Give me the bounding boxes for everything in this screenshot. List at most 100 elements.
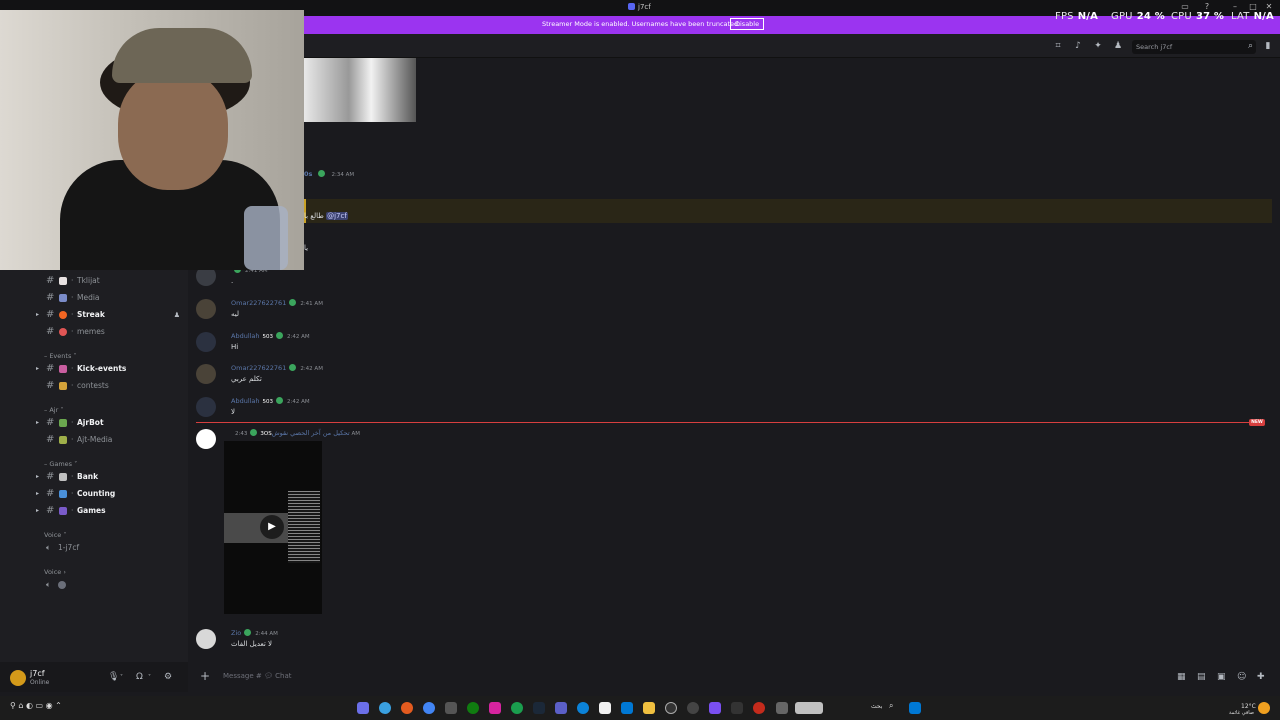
- recording-icon[interactable]: [753, 702, 765, 714]
- category-games[interactable]: – Games ˅: [44, 460, 77, 468]
- clan-badge: 503: [262, 399, 274, 405]
- search-input[interactable]: Search j7cf ⌕: [1132, 40, 1256, 54]
- channel-kick-events[interactable]: ▸ # · Kick-events: [36, 362, 184, 376]
- folder-icon[interactable]: [643, 702, 655, 714]
- media-icon: [59, 294, 67, 302]
- firefox-icon[interactable]: [401, 702, 413, 714]
- message-row: طالع با @j7cf: [304, 212, 348, 220]
- image-attachment[interactable]: [304, 58, 416, 122]
- speaker-icon: 🔈︎: [46, 543, 51, 552]
- message-username[interactable]: Omar227622761: [231, 364, 286, 372]
- avatar[interactable]: [10, 670, 26, 686]
- clan-badge: 503: [262, 334, 274, 340]
- members-icon[interactable]: ♟: [1113, 41, 1123, 51]
- message-username[interactable]: Zio: [231, 629, 241, 637]
- play-icon[interactable]: ▶: [260, 515, 284, 539]
- taskbar: [0, 696, 1280, 720]
- channel-counting[interactable]: ▸ # · Counting: [36, 487, 184, 501]
- start-icon[interactable]: [909, 702, 921, 714]
- weather-icon[interactable]: [1258, 702, 1270, 714]
- headphones-icon[interactable]: Ω: [136, 672, 143, 682]
- chrome-icon[interactable]: [423, 702, 435, 714]
- channel-ajrbot[interactable]: ▸ # · AjrBot: [36, 416, 184, 430]
- voice-channel-2[interactable]: 🔈︎: [38, 578, 184, 592]
- sticker-icon[interactable]: ▣: [1217, 672, 1226, 682]
- channel-media[interactable]: # · Media: [38, 291, 184, 305]
- gift-icon[interactable]: ▦: [1177, 672, 1186, 682]
- teams-icon[interactable]: [555, 702, 567, 714]
- fps-readout: FPS N/A: [1055, 11, 1099, 22]
- video-attachment[interactable]: ▶: [224, 441, 322, 614]
- disable-streamer-mode-button[interactable]: Disable: [730, 18, 765, 30]
- category-voice-1[interactable]: Voice ˅: [44, 531, 67, 539]
- message-username[interactable]: Abdullah: [231, 397, 260, 405]
- tray-icons[interactable]: ⚲ ⌂ ◐ ▭ ◉ ⌃: [10, 701, 62, 710]
- discord-taskbar-icon[interactable]: [357, 702, 369, 714]
- page-icon: [59, 277, 67, 285]
- avatar[interactable]: [196, 397, 216, 417]
- message-username[interactable]: Omar227622761: [231, 299, 286, 307]
- username: j7cf: [30, 669, 45, 678]
- copilot-icon[interactable]: [709, 702, 721, 714]
- add-member-icon[interactable]: ♟: [174, 308, 180, 322]
- add-attachment-icon[interactable]: +: [200, 669, 210, 683]
- verified-icon: [289, 364, 297, 371]
- message-row: 0s 2:34 AM: [304, 169, 1280, 178]
- instagram-icon[interactable]: [489, 702, 501, 714]
- channel-memes[interactable]: # · memes: [38, 325, 184, 339]
- app-icon[interactable]: [445, 702, 457, 714]
- clock-icon[interactable]: [665, 702, 677, 714]
- channel-contests[interactable]: # · contests: [38, 379, 184, 393]
- weather-temp[interactable]: 12°C: [1241, 703, 1256, 710]
- message-row: يا: [304, 244, 309, 252]
- channel-tklijat[interactable]: # · Tklijat: [38, 274, 184, 288]
- channel-ajt-media[interactable]: # · Ajt-Media: [38, 433, 184, 447]
- task-view-icon[interactable]: [776, 702, 788, 714]
- store-icon[interactable]: [599, 702, 611, 714]
- edge-browser-icon[interactable]: [577, 702, 589, 714]
- trophy-icon: [59, 436, 67, 444]
- avatar[interactable]: [196, 629, 216, 649]
- threads-icon[interactable]: ⌗: [1053, 41, 1063, 51]
- microphone-icon[interactable]: 🎙︎: [108, 672, 119, 682]
- verified-icon: [289, 299, 297, 306]
- xbox-app-icon[interactable]: [511, 702, 523, 714]
- edge-icon[interactable]: [379, 702, 391, 714]
- avatar[interactable]: [196, 299, 216, 319]
- message-username[interactable]: تحكيل من آخر الحصي نقوش: [272, 429, 350, 437]
- channel-games[interactable]: ▸ # · Games: [36, 504, 184, 518]
- category-ajr[interactable]: – Ajr ˅: [44, 406, 64, 414]
- chevron-down-icon[interactable]: ˅: [120, 674, 123, 681]
- gif-icon[interactable]: ▤: [1197, 672, 1206, 682]
- mail-icon[interactable]: [621, 702, 633, 714]
- inbox-bookmark-icon[interactable]: ▮: [1263, 41, 1273, 51]
- apps-icon[interactable]: ✚: [1257, 672, 1265, 682]
- avatar[interactable]: [196, 364, 216, 384]
- gear-icon[interactable]: ⚙: [164, 672, 172, 682]
- weather-condition: صافي غائمة: [1229, 710, 1255, 716]
- message-composer[interactable]: + Message # 💬︎ Chat: [196, 666, 1272, 688]
- app-grid-icon[interactable]: [731, 702, 743, 714]
- steam-icon[interactable]: [533, 702, 545, 714]
- voice-channel-1-j7cf[interactable]: 🔈︎ 1-j7cf: [38, 541, 184, 555]
- bell-icon[interactable]: ♪: [1073, 41, 1083, 51]
- category-voice-2[interactable]: Voice ›: [44, 568, 66, 576]
- gpu-readout: GPU 24 %: [1111, 11, 1165, 22]
- message-input[interactable]: Message # 💬︎ Chat: [223, 672, 291, 680]
- search-icon[interactable]: ⌕: [889, 701, 893, 711]
- channel-bank[interactable]: ▸ # · Bank: [36, 470, 184, 484]
- emoji-icon[interactable]: ☺: [1237, 672, 1246, 682]
- obs-icon[interactable]: [687, 702, 699, 714]
- chevron-down-icon[interactable]: ˅: [148, 674, 151, 681]
- category-events[interactable]: – Events ˅: [44, 352, 77, 360]
- avatar[interactable]: [196, 332, 216, 352]
- channel-streak[interactable]: ▸ # · Streak ♟: [36, 308, 184, 322]
- user-mention[interactable]: @j7cf: [326, 212, 348, 220]
- search-highlight-image[interactable]: [795, 702, 823, 714]
- avatar[interactable]: [196, 429, 216, 449]
- message-username[interactable]: 0s: [304, 170, 312, 178]
- taskbar-search-text[interactable]: بحث: [871, 703, 882, 710]
- pin-icon[interactable]: ✦: [1093, 41, 1103, 51]
- xbox-icon[interactable]: [467, 702, 479, 714]
- message-username[interactable]: Abdullah: [231, 332, 260, 340]
